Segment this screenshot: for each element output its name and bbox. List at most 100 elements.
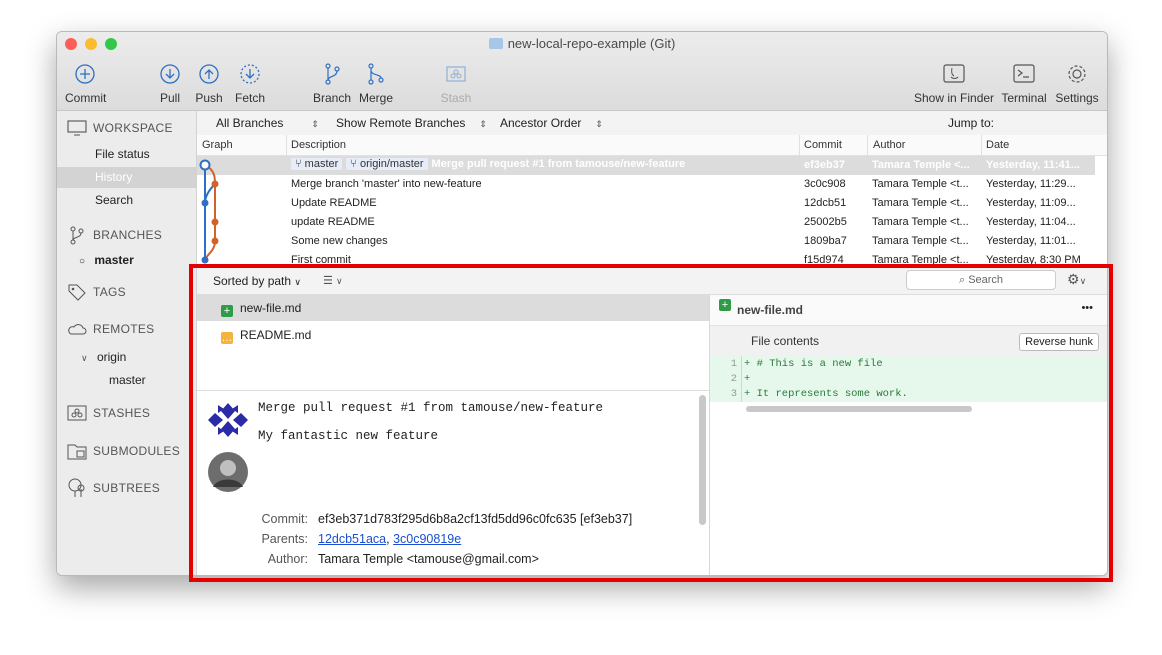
sidebar-item-history[interactable]: History bbox=[57, 167, 196, 188]
sidebar-section-stashes[interactable]: STASHES bbox=[67, 405, 150, 421]
commit-node bbox=[201, 199, 209, 207]
column-author[interactable]: Author bbox=[873, 139, 905, 151]
commit-button[interactable]: Commit bbox=[65, 62, 106, 105]
cloud-icon bbox=[68, 324, 87, 335]
settings-button[interactable]: Settings bbox=[1053, 62, 1101, 105]
column-graph[interactable]: Graph bbox=[202, 139, 233, 151]
commit-hash: 1809ba7 bbox=[804, 235, 847, 247]
sidebar: WORKSPACE File status History Search BRA… bbox=[57, 111, 197, 575]
commit-date: Yesterday, 11:29... bbox=[986, 178, 1076, 190]
commit-author: Tamara Temple <t... bbox=[872, 197, 969, 209]
tree-icon bbox=[68, 478, 85, 497]
commit-hash: 25002b5 bbox=[804, 216, 847, 228]
commit-date: Yesterday, 11:01... bbox=[986, 235, 1076, 247]
column-divider bbox=[286, 135, 287, 155]
sidebar-item-origin[interactable]: ∨ origin bbox=[57, 347, 196, 368]
commit-graph bbox=[199, 159, 219, 264]
commit-description: Merge pull request #1 from tamouse/new-f… bbox=[431, 158, 686, 170]
commit-icon bbox=[75, 64, 95, 84]
sidebar-section-branches[interactable]: BRANCHES bbox=[67, 225, 162, 245]
submodule-icon bbox=[67, 444, 87, 460]
tag-icon bbox=[68, 284, 86, 301]
commit-description: Some new changes bbox=[291, 235, 388, 247]
window-title: new-local-repo-example (Git) bbox=[57, 36, 1107, 51]
show-in-finder-button[interactable]: Show in Finder bbox=[914, 62, 994, 105]
folder-icon bbox=[488, 38, 503, 49]
commit-date: Yesterday, 11:09... bbox=[986, 197, 1076, 209]
commit-description: update README bbox=[291, 216, 375, 228]
monitor-icon bbox=[67, 120, 87, 136]
column-divider bbox=[867, 135, 868, 155]
terminal-button[interactable]: Terminal bbox=[1000, 62, 1048, 105]
sidebar-section-workspace[interactable]: WORKSPACE bbox=[67, 120, 173, 136]
commit-row[interactable]: Merge branch 'master' into new-feature 3… bbox=[197, 175, 1095, 194]
current-branch-indicator: ○ bbox=[79, 256, 86, 267]
stash-button[interactable]: Stash bbox=[438, 62, 474, 105]
branch-icon bbox=[325, 63, 340, 85]
chevron-down-icon: ∨ bbox=[81, 353, 88, 363]
up-down-arrows-icon: ⇕ bbox=[311, 119, 319, 129]
title-bar: new-local-repo-example (Git) Commit Pull… bbox=[57, 32, 1107, 111]
commit-date: Yesterday, 11:41... bbox=[986, 159, 1080, 171]
branch-label-origin-master: ⑂ origin/master bbox=[346, 158, 428, 170]
commit-hash: 12dcb51 bbox=[804, 197, 847, 209]
commit-node bbox=[201, 256, 209, 264]
sidebar-section-submodules[interactable]: SUBMODULES bbox=[67, 442, 180, 460]
commit-hash: ef3eb37 bbox=[804, 159, 845, 171]
branch-label-master: ⑂ master bbox=[291, 158, 343, 170]
commit-author: Tamara Temple <t... bbox=[872, 178, 969, 190]
branch-icon: ⑂ bbox=[350, 158, 357, 170]
highlight-annotation-box bbox=[189, 264, 1113, 582]
sidebar-section-remotes[interactable]: REMOTES bbox=[67, 322, 154, 336]
stash-icon bbox=[67, 405, 87, 421]
stash-icon bbox=[446, 66, 466, 82]
jump-to-dropdown[interactable]: Jump to:⇕ bbox=[948, 116, 1107, 130]
merge-button[interactable]: Merge bbox=[356, 62, 396, 105]
gear-icon bbox=[1068, 65, 1086, 83]
commit-list: ⑂ master ⑂ origin/master Merge pull reques… bbox=[197, 156, 1107, 266]
pull-icon bbox=[160, 64, 180, 84]
commit-description: Update README bbox=[291, 197, 377, 209]
commit-row[interactable]: Update README 12dcb51 Tamara Temple <t..… bbox=[197, 194, 1095, 213]
commit-row[interactable]: ⑂ master ⑂ origin/master Merge pull reques… bbox=[197, 156, 1095, 175]
up-down-arrows-icon: ⇕ bbox=[479, 119, 487, 129]
commit-table-header: Graph Description Commit Author Date bbox=[197, 135, 1107, 156]
commit-author: Tamara Temple <t... bbox=[872, 235, 969, 247]
sidebar-item-file-status[interactable]: File status bbox=[57, 144, 196, 165]
remote-branches-dropdown[interactable]: Show Remote Branches ⇕ bbox=[336, 116, 487, 130]
sidebar-section-subtrees[interactable]: SUBTREES bbox=[67, 478, 160, 498]
commit-author: Tamara Temple <t... bbox=[872, 216, 969, 228]
commit-node bbox=[211, 180, 219, 188]
column-divider bbox=[799, 135, 800, 155]
commit-node-selected bbox=[199, 159, 211, 171]
push-icon bbox=[199, 64, 219, 84]
branch-icon: ⑂ bbox=[295, 158, 302, 170]
branches-filter-dropdown[interactable]: All Branches ⇕ bbox=[216, 116, 319, 130]
history-filter-bar: All Branches ⇕ Show Remote Branches ⇕ Ance… bbox=[197, 111, 1107, 136]
column-commit[interactable]: Commit bbox=[804, 139, 842, 151]
branch-button[interactable]: Branch bbox=[311, 62, 353, 105]
commit-date: Yesterday, 11:04... bbox=[986, 216, 1076, 228]
commit-description: Merge branch 'master' into new-feature bbox=[291, 178, 482, 190]
commit-author: Tamara Temple <... bbox=[872, 159, 970, 171]
commit-order-dropdown[interactable]: Ancestor Order ⇕ bbox=[500, 116, 603, 130]
commit-node bbox=[211, 237, 219, 245]
up-down-arrows-icon: ⇕ bbox=[595, 119, 603, 129]
sidebar-item-master[interactable]: ○ master bbox=[57, 250, 196, 271]
terminal-icon bbox=[1013, 64, 1035, 83]
pull-button[interactable]: Pull bbox=[153, 62, 187, 105]
commit-row[interactable]: Some new changes 1809ba7 Tamara Temple <… bbox=[197, 232, 1095, 251]
push-button[interactable]: Push bbox=[192, 62, 226, 105]
commit-node bbox=[211, 218, 219, 226]
commit-hash: 3c0c908 bbox=[804, 178, 846, 190]
column-date[interactable]: Date bbox=[986, 139, 1009, 151]
sidebar-item-search[interactable]: Search bbox=[57, 190, 196, 211]
commit-row[interactable]: update README 25002b5 Tamara Temple <t..… bbox=[197, 213, 1095, 232]
column-description[interactable]: Description bbox=[291, 139, 346, 151]
finder-icon bbox=[943, 64, 965, 83]
sidebar-section-tags[interactable]: TAGS bbox=[67, 283, 126, 301]
fetch-button[interactable]: Fetch bbox=[232, 62, 268, 105]
branch-icon bbox=[70, 226, 84, 245]
fetch-icon bbox=[240, 64, 260, 84]
sidebar-item-origin-master[interactable]: master bbox=[57, 370, 196, 391]
